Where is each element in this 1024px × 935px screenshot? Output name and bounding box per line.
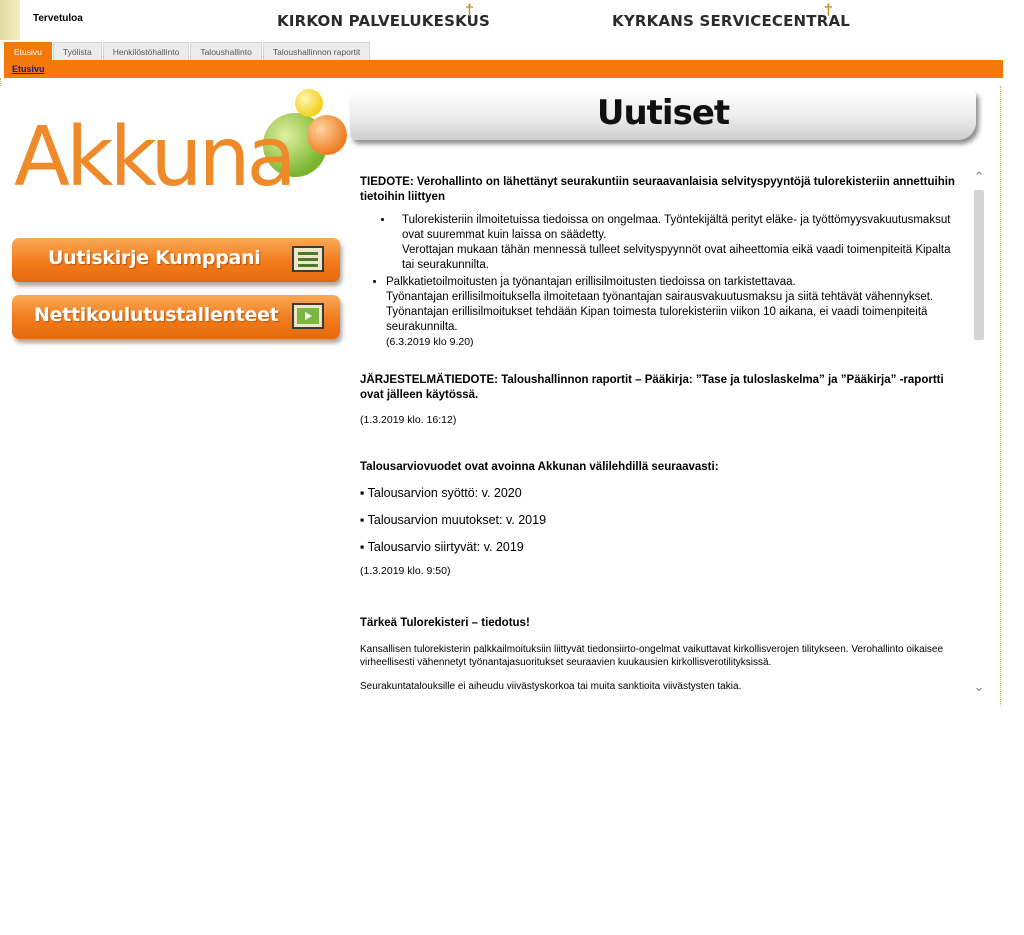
news-scrollbar[interactable]: ⌃ ⌄ (970, 168, 988, 696)
subnav-link-etusivu[interactable]: Etusivu (12, 64, 45, 74)
tab-tyolista[interactable]: Työlista (52, 42, 102, 60)
news-item-paragraph: Seurakuntatalouksille ei aiheudu viiväst… (360, 681, 742, 692)
news-item-heading: Talousarviovuodet ovat avoinna Akkunan v… (360, 461, 719, 473)
list-item: Palkkatietoilmoitusten ja työnantajan er… (386, 275, 965, 350)
logo-ball-yellow (295, 89, 323, 117)
tab-taloushallinnon-raportit[interactable]: Taloushallinnon raportit (262, 42, 371, 60)
welcome-text: Tervetuloa (33, 13, 83, 24)
cross-icon: † (465, 2, 474, 19)
recordings-button[interactable]: Nettikoulutustallenteet (12, 295, 340, 339)
news-item-line: ▪ Talousarvio siirtyvät: v. 2019 (360, 540, 524, 554)
news-item-list: Tulorekisteriin ilmoitetuissa tiedoissa … (360, 213, 965, 350)
subnav-bar (4, 60, 1003, 78)
cross-icon: † (824, 2, 833, 19)
header-stripe (0, 0, 20, 40)
news-item-paragraph: Kansallisen tulorekisterin palkkailmoitu… (360, 644, 944, 668)
tab-taloushallinto[interactable]: Taloushallinto (190, 42, 262, 60)
video-icon (292, 303, 324, 329)
news-item-heading: TIEDOTE: Verohallinto on lähettänyt seur… (360, 176, 955, 203)
scrollbar-thumb[interactable] (974, 190, 984, 340)
news-item-line: ▪ Talousarvion syöttö: v. 2020 (360, 486, 522, 500)
bullet-text: Tulorekisteriin ilmoitetuissa tiedoissa … (402, 214, 951, 241)
bullet-text: Palkkatietoilmoitusten ja työnantajan er… (386, 276, 796, 288)
akkuna-logo: Akkuna (10, 85, 350, 220)
news-item-date: (1.3.2019 klo. 9:50) (360, 565, 451, 577)
news-content: TIEDOTE: Verohallinto on lähettänyt seur… (360, 168, 965, 708)
news-item-date: (6.3.2019 klo 9.20) (386, 336, 474, 348)
news-item-heading: JÄRJESTELMÄTIEDOTE: Taloushallinnon rapo… (360, 374, 944, 401)
chevron-up-icon[interactable]: ⌃ (970, 168, 988, 186)
list-item: Tulorekisteriin ilmoitetuissa tiedoissa … (394, 213, 965, 273)
news-item-heading: Tärkeä Tulorekisteri – tiedotus! (360, 617, 530, 629)
org-name-swedish: KYRKANS SERVICECENTRAL (612, 12, 851, 30)
logo-text: Akkuna (14, 110, 297, 205)
newsletter-button[interactable]: Uutiskirje Kumppani (12, 238, 340, 282)
news-item-line: ▪ Talousarvion muutokset: v. 2019 (360, 513, 547, 527)
tab-henkilostohallinto[interactable]: Henkilöstöhallinto (102, 42, 190, 60)
top-header: Tervetuloa KIRKON PALVELUKESKUS † KYRKAN… (0, 0, 1004, 40)
news-title: Uutiset (596, 93, 730, 133)
news-title-banner: Uutiset (350, 90, 976, 140)
newsletter-icon (292, 246, 324, 272)
main-tabs: Etusivu Työlista Henkilöstöhallinto Talo… (4, 42, 371, 60)
divider (1000, 86, 1001, 706)
org-name-finnish: KIRKON PALVELUKESKUS (277, 12, 491, 30)
news-item-date: (1.3.2019 klo. 16:12) (360, 414, 457, 426)
chevron-down-icon[interactable]: ⌄ (970, 678, 988, 696)
bullet-text: Työnantajan erillisilmoituksella ilmoite… (386, 291, 934, 333)
newsletter-button-label: Uutiskirje Kumppani (48, 247, 261, 269)
divider (0, 78, 4, 86)
tab-etusivu[interactable]: Etusivu (4, 42, 52, 60)
logo-ball-orange (307, 115, 347, 155)
recordings-button-label: Nettikoulutustallenteet (34, 304, 279, 326)
bullet-text: Verottajan mukaan tähän mennessä tulleet… (402, 244, 951, 271)
